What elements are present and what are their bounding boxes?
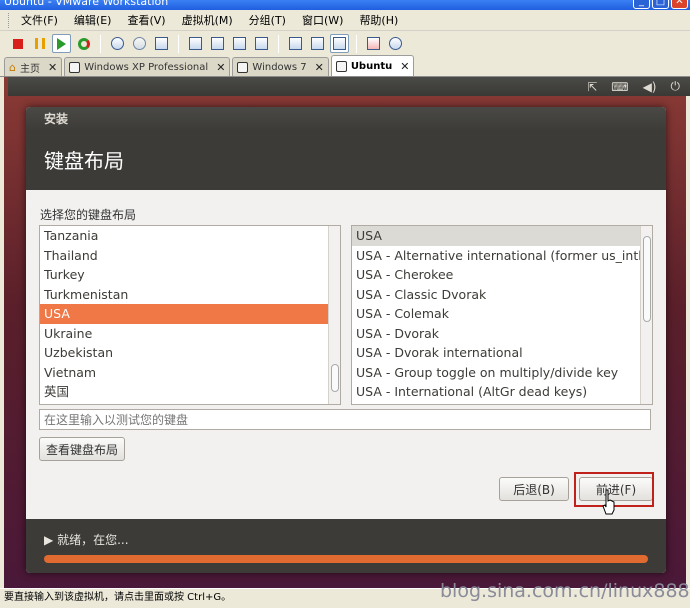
fit-window-icon[interactable] (330, 34, 349, 53)
keyboard-test-input[interactable] (39, 409, 651, 430)
vm-icon (237, 61, 249, 73)
menu-grip (8, 12, 11, 28)
list-item-selected[interactable]: USA (352, 226, 652, 246)
tab-home[interactable]: ⌂ 主页 ✕ (4, 57, 63, 76)
menu-vm[interactable]: 虚拟机(M) (174, 12, 241, 28)
watermark-text: blog.sina.com.cn/linux888 (440, 580, 690, 602)
keyboard-icon[interactable]: ⌨ (611, 80, 628, 94)
menu-view[interactable]: 查看(V) (119, 12, 173, 28)
installer-window: 安装 键盘布局 选择您的键盘布局 Tanzania Thailand Turke… (26, 107, 666, 573)
variant-list[interactable]: USA USA - Alternative international (for… (351, 225, 653, 405)
list-item[interactable]: USA - Cherokee (352, 265, 652, 285)
scrollbar-thumb[interactable] (331, 364, 339, 392)
list-item[interactable]: Turkmenistan (40, 285, 340, 305)
unity-icon[interactable] (252, 34, 271, 53)
list-item[interactable]: USA - Dvorak (352, 324, 652, 344)
installer-title: 安装 (26, 107, 666, 131)
tab-ubuntu-label: Ubuntu (350, 60, 393, 72)
menu-file[interactable]: 文件(F) (13, 12, 66, 28)
status-message: 就绪，在您... (57, 533, 129, 547)
list-item[interactable]: USA - Group toggle on multiply/divide ke… (352, 363, 652, 383)
tab-windows-xp[interactable]: Windows XP Professional ✕ (64, 57, 231, 76)
list-item[interactable]: USA - Dvorak international (352, 343, 652, 363)
menu-windows[interactable]: 窗口(W) (294, 12, 351, 28)
revert-snapshot-icon[interactable] (130, 34, 149, 53)
section-label: 选择您的键盘布局 (40, 208, 137, 222)
country-list-scrollbar[interactable] (328, 226, 340, 404)
list-item[interactable]: Tanzania (40, 226, 340, 246)
accessibility-icon[interactable]: ⇱ (587, 80, 597, 94)
vm-tab-bar: ⌂ 主页 ✕ Windows XP Professional ✕ Windows… (0, 55, 690, 77)
home-icon: ⌂ (9, 60, 16, 74)
minimize-button[interactable]: _ (633, 0, 650, 9)
toolbar-separator (178, 34, 179, 53)
toolbar-separator (278, 34, 279, 53)
list-item[interactable]: 英国 (40, 382, 340, 402)
list-item[interactable]: USA - Colemak (352, 304, 652, 324)
menu-help[interactable]: 帮助(H) (351, 12, 406, 28)
tab-close-icon[interactable]: ✕ (400, 60, 409, 73)
tab-windows-xp-label: Windows XP Professional (84, 61, 209, 73)
list-item[interactable]: USA - Alternative international (former … (352, 246, 652, 266)
maximize-button[interactable]: □ (652, 0, 669, 9)
reset-icon[interactable] (74, 34, 93, 53)
vm-icon (69, 61, 81, 73)
variant-list-scrollbar[interactable] (640, 226, 652, 404)
toolbar (0, 31, 690, 56)
list-item[interactable]: Turkey (40, 265, 340, 285)
country-list[interactable]: Tanzania Thailand Turkey Turkmenistan US… (39, 225, 341, 405)
snapshot-icon[interactable] (108, 34, 127, 53)
vm-icon (335, 60, 347, 72)
toolbar-separator (356, 34, 357, 53)
list-item[interactable]: Ukraine (40, 324, 340, 344)
tab-close-icon[interactable]: ✕ (216, 61, 225, 74)
power-on-icon[interactable] (52, 34, 71, 53)
menu-team[interactable]: 分组(T) (241, 12, 294, 28)
detect-layout-button[interactable]: 查看键盘布局 (39, 437, 125, 461)
hand-cursor-icon (602, 489, 615, 515)
page-title: 键盘布局 (26, 131, 666, 190)
menu-bar: 文件(F) 编辑(E) 查看(V) 虚拟机(M) 分组(T) 窗口(W) 帮助(… (0, 10, 690, 31)
toolbar-separator (100, 34, 101, 53)
volume-icon[interactable]: ◀) (643, 80, 657, 94)
power-off-icon[interactable] (8, 34, 27, 53)
preferences-icon[interactable] (386, 34, 405, 53)
back-button[interactable]: 后退(B) (499, 477, 569, 501)
list-item[interactable]: Uzbekistan (40, 343, 340, 363)
ubuntu-top-panel: ⇱ ⌨ ◀) ⏻ (8, 77, 690, 96)
scrollbar-thumb[interactable] (643, 236, 651, 322)
fullscreen-icon[interactable] (230, 34, 249, 53)
vm-settings-icon[interactable] (364, 34, 383, 53)
menu-edit[interactable]: 编辑(E) (66, 12, 120, 28)
forward-button[interactable]: 前进(F) (579, 477, 653, 501)
tab-windows-7[interactable]: Windows 7 ✕ (232, 57, 329, 76)
list-item[interactable]: USA - Classic Dvorak (352, 285, 652, 305)
list-item[interactable]: USA - International (AltGr dead keys) (352, 382, 652, 402)
window-title-bar: Ubuntu - VMware Workstation _ □ ✕ (0, 0, 690, 10)
status-text: ▶ 就绪，在您... (44, 531, 129, 548)
tab-ubuntu[interactable]: Ubuntu ✕ (330, 55, 415, 76)
suspend-icon[interactable] (30, 34, 49, 53)
sidebar-icon[interactable] (186, 34, 205, 53)
list-item[interactable]: Thailand (40, 246, 340, 266)
tab-windows-7-label: Windows 7 (252, 61, 307, 73)
snapshot-manager-icon[interactable] (152, 34, 171, 53)
fit-guest-icon[interactable] (308, 34, 327, 53)
tab-home-label: 主页 (19, 63, 40, 75)
quick-switch-icon[interactable] (208, 34, 227, 53)
tab-close-icon[interactable]: ✕ (315, 61, 324, 74)
list-item-selected[interactable]: USA (40, 304, 340, 324)
progress-bar (44, 555, 648, 563)
close-button[interactable]: ✕ (671, 0, 688, 9)
installer-status-bar: ▶ 就绪，在您... (26, 519, 666, 573)
tab-close-icon[interactable]: ✕ (48, 61, 57, 74)
list-item[interactable]: Vietnam (40, 363, 340, 383)
expand-arrow-icon[interactable]: ▶ (44, 533, 53, 547)
console-view-icon[interactable] (286, 34, 305, 53)
window-title: Ubuntu - VMware Workstation (4, 0, 169, 8)
power-icon[interactable]: ⏻ (671, 79, 681, 94)
